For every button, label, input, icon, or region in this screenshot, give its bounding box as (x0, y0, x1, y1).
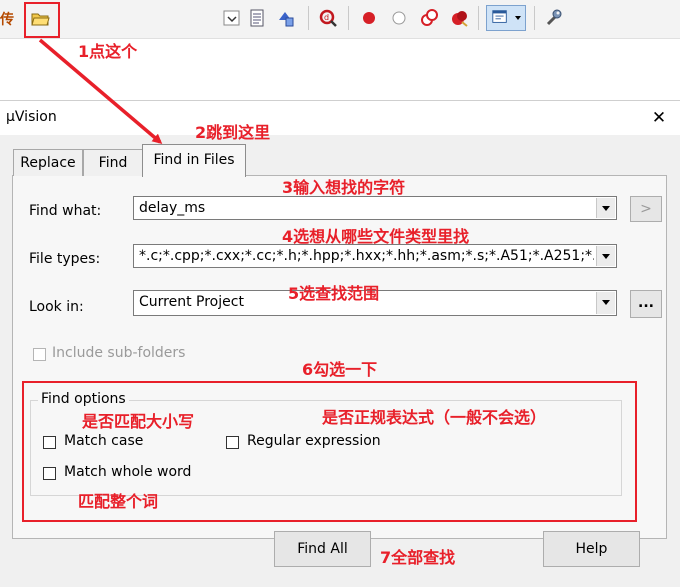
document-icon[interactable] (248, 8, 268, 28)
annotation-step-3: 3输入想找的字符 (282, 178, 406, 197)
annotation-highlight-open-icon (24, 2, 60, 38)
browse-button[interactable]: ... (630, 290, 662, 318)
find-all-button[interactable]: Find All (274, 531, 371, 567)
kill-breakpoint-icon[interactable] (449, 8, 469, 28)
enable-breakpoint-icon[interactable] (419, 8, 439, 28)
window-layout-button[interactable] (486, 5, 526, 31)
tab-replace[interactable]: Replace (13, 149, 83, 176)
toolbar-separator (348, 6, 349, 30)
annotation-regex: 是否正规表达式（一般不会选） (322, 408, 547, 427)
dropdown-icon[interactable] (222, 8, 242, 28)
file-types-combobox[interactable]: *.c;*.cpp;*.cxx;*.cc;*.h;*.hpp;*.hxx;*.h… (133, 244, 617, 268)
tab-find-in-files[interactable]: Find in Files (142, 144, 246, 177)
find-what-value: delay_ms (139, 200, 206, 216)
file-types-value: *.c;*.cpp;*.cxx;*.cc;*.h;*.hpp;*.hxx;*.h… (139, 248, 594, 264)
include-subfolders-label: Include sub-folders (52, 345, 186, 361)
chevron-down-icon[interactable] (596, 198, 615, 218)
debug-icon[interactable]: d (318, 8, 338, 28)
close-icon[interactable]: ✕ (648, 107, 670, 129)
dialog-title: µVision (6, 109, 57, 125)
annotation-whole-word: 匹配整个词 (78, 492, 159, 511)
look-in-label: Look in: (29, 299, 84, 315)
annotation-step-4: 4选想从哪些文件类型里找 (282, 227, 470, 246)
dropdown-arrow-icon (515, 16, 521, 20)
jump-icon[interactable] (276, 8, 296, 28)
svg-text:d: d (324, 13, 329, 22)
tab-find[interactable]: Find (83, 149, 143, 176)
include-subfolders-checkbox[interactable] (33, 348, 46, 361)
settings-wrench-icon[interactable] (544, 8, 564, 28)
toolbar-separator (534, 6, 535, 30)
file-types-label: File types: (29, 251, 101, 267)
annotation-step-6: 6勾选一下 (302, 360, 378, 379)
annotation-step-5: 5选查找范围 (288, 284, 380, 303)
find-what-label: Find what: (29, 203, 102, 219)
dialog-titlebar: µVision ✕ (0, 101, 680, 135)
find-what-combobox[interactable]: delay_ms (133, 196, 617, 220)
empty-breakpoint-icon[interactable] (389, 8, 409, 28)
breakpoint-icon[interactable] (359, 8, 379, 28)
help-button[interactable]: Help (543, 531, 640, 567)
find-go-button[interactable]: > (630, 196, 662, 222)
toolbar: 传 d (0, 0, 680, 39)
chevron-down-icon[interactable] (596, 292, 615, 314)
chevron-down-icon[interactable] (596, 246, 615, 266)
annotation-step-1: 1点这个 (78, 42, 138, 61)
truncated-toolbar-glyph: 传 (0, 12, 14, 28)
toolbar-separator (478, 6, 479, 30)
toolbar-separator (308, 6, 309, 30)
annotation-step-7: 7全部查找 (380, 548, 456, 567)
annotation-step-2: 2跳到这里 (195, 123, 271, 142)
annotation-match-case: 是否匹配大小写 (82, 412, 195, 431)
